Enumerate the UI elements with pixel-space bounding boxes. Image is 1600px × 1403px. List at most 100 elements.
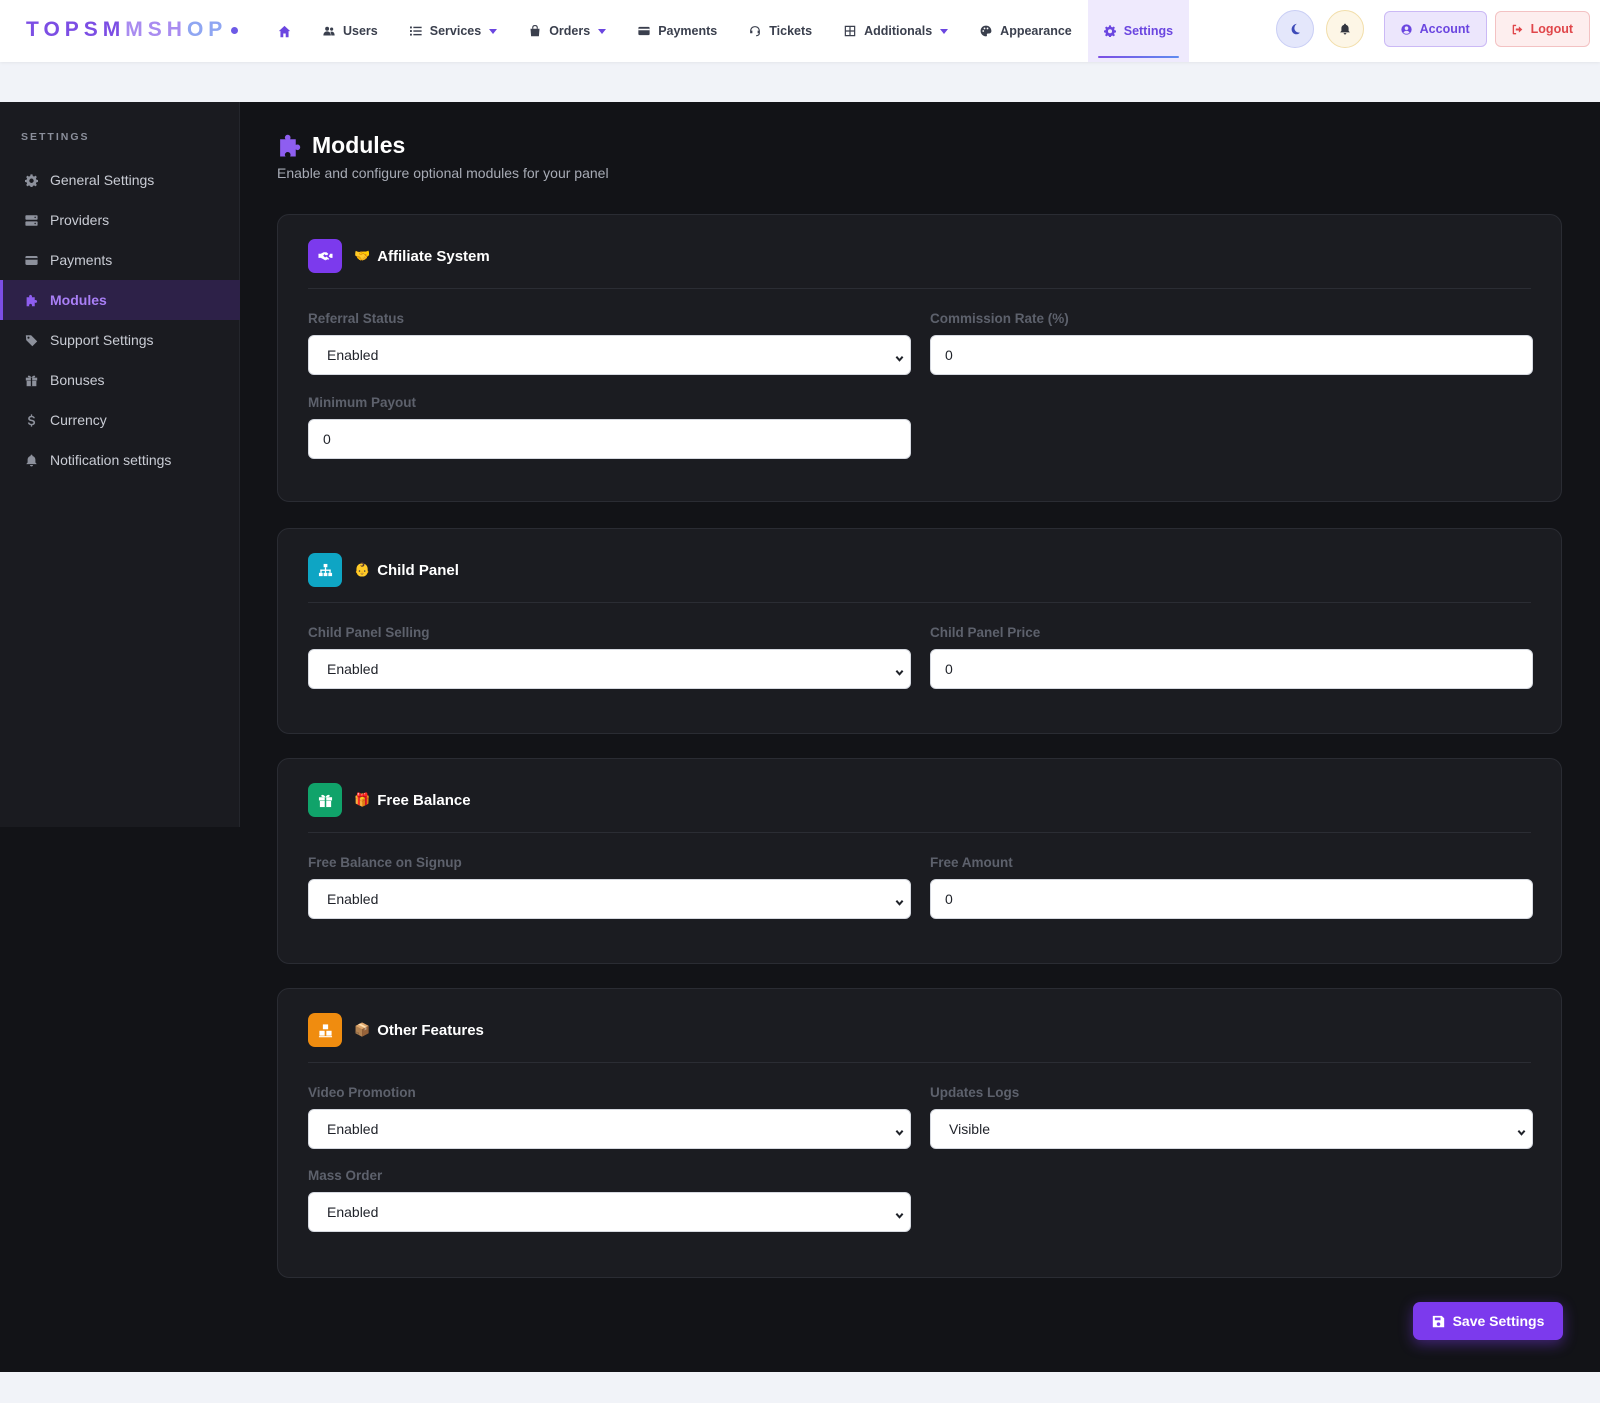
sitemap-icon	[308, 553, 342, 587]
nav-services-label: Services	[429, 24, 482, 38]
select-value: Enabled	[327, 347, 379, 363]
brand-text-part2: MSH	[125, 18, 187, 41]
handshake-icon	[308, 239, 342, 273]
nav-payments[interactable]: Payments	[622, 0, 733, 62]
sidebar-item-notification-settings[interactable]: Notification settings	[0, 440, 240, 480]
sidebar-item-bonuses[interactable]: Bonuses	[0, 360, 240, 400]
commission-rate-input[interactable]: 0	[930, 335, 1533, 375]
page-subtitle: Enable and configure optional modules fo…	[277, 165, 609, 181]
nav-tickets-label: Tickets	[769, 24, 813, 38]
page-title-text: Modules	[312, 132, 406, 158]
nav-services[interactable]: Services	[394, 0, 513, 62]
free-balance-signup-select[interactable]: Enabled	[308, 879, 911, 919]
mass-order-select[interactable]: Enabled	[308, 1192, 911, 1232]
emoji-gift: 🎁	[354, 792, 371, 808]
select-value: Enabled	[327, 661, 379, 677]
chevron-down-icon	[895, 1207, 904, 1219]
select-value: Enabled	[327, 891, 379, 907]
notifications-button[interactable]	[1325, 10, 1364, 48]
mass-order-field: Mass Order Enabled	[308, 1168, 911, 1232]
commission-rate-field: Commission Rate (%) 0	[930, 311, 1533, 375]
chevron-down-icon	[895, 894, 904, 906]
sign-out-icon	[1512, 24, 1522, 34]
page-header: Modules Enable and configure optional mo…	[277, 132, 609, 181]
sidebar-item-label: Currency	[50, 412, 107, 428]
child-panel-price-input[interactable]: 0	[930, 649, 1533, 689]
nav-appearance[interactable]: Appearance	[964, 0, 1088, 62]
sidebar-item-general-settings[interactable]: General Settings	[0, 160, 240, 200]
referral-status-select[interactable]: Enabled	[308, 335, 911, 375]
select-value: Enabled	[327, 1121, 379, 1137]
field-label: Commission Rate (%)	[930, 311, 1069, 326]
child-panel-card: 👶 Child Panel Child Panel Selling Enable…	[277, 528, 1562, 734]
referral-status-field: Referral Status Enabled	[308, 311, 911, 375]
puzzle-icon	[280, 134, 301, 157]
card-header: 📦 Other Features	[308, 1013, 1531, 1063]
users-icon	[323, 26, 335, 36]
brand-dot	[231, 26, 239, 34]
updates-logs-field: Updates Logs Visible	[930, 1085, 1533, 1149]
logout-button[interactable]: Logout	[1494, 11, 1590, 47]
sidebar-item-currency[interactable]: Currency	[0, 400, 240, 440]
sidebar-item-label: Notification settings	[50, 452, 172, 468]
sidebar-item-support-settings[interactable]: Support Settings	[0, 320, 240, 360]
save-settings-label: Save Settings	[1452, 1313, 1545, 1329]
settings-sidebar: SETTINGS General Settings Providers Paym…	[0, 102, 240, 827]
sidebar-item-modules[interactable]: Modules	[0, 280, 240, 320]
nav-settings-label: Settings	[1123, 24, 1174, 38]
card-header: 🎁 Free Balance	[308, 783, 1531, 833]
sidebar-item-providers[interactable]: Providers	[0, 200, 240, 240]
sidebar-item-label: Providers	[50, 212, 110, 228]
nav-orders[interactable]: Orders	[513, 0, 622, 62]
free-amount-input[interactable]: 0	[930, 879, 1533, 919]
sidebar-item-label: Support Settings	[50, 332, 154, 348]
card-title: 🎁 Free Balance	[354, 783, 471, 817]
save-icon	[1432, 1315, 1444, 1327]
nav-tickets[interactable]: Tickets	[733, 0, 828, 62]
server-icon	[25, 214, 38, 226]
minimum-payout-input[interactable]: 0	[308, 419, 911, 459]
nav-users[interactable]: Users	[307, 0, 394, 62]
caret-down-icon	[598, 28, 607, 34]
bell-icon	[26, 454, 37, 466]
sidebar-item-payments[interactable]: Payments	[0, 240, 240, 280]
theme-toggle-button[interactable]	[1275, 10, 1314, 48]
emoji-handshake: 🤝	[354, 248, 371, 264]
card-title-text: Free Balance	[377, 791, 471, 809]
child-panel-selling-select[interactable]: Enabled	[308, 649, 911, 689]
video-promotion-field: Video Promotion Enabled	[308, 1085, 911, 1149]
list-icon	[409, 26, 422, 36]
video-promotion-select[interactable]: Enabled	[308, 1109, 911, 1149]
chevron-down-icon	[895, 350, 904, 362]
card-title: 📦 Other Features	[354, 1013, 484, 1047]
card-header: 👶 Child Panel	[308, 553, 1531, 603]
emoji-baby: 👶	[354, 562, 371, 578]
caret-down-icon	[489, 28, 498, 34]
free-balance-card: 🎁 Free Balance Free Balance on Signup En…	[277, 758, 1562, 964]
gift-icon	[308, 783, 342, 817]
updates-logs-select[interactable]: Visible	[930, 1109, 1533, 1149]
select-value: Enabled	[327, 1204, 379, 1220]
nav-settings[interactable]: Settings	[1087, 0, 1190, 62]
nav-home[interactable]	[262, 0, 307, 62]
nav-orders-label: Orders	[549, 24, 591, 38]
save-settings-button[interactable]: Save Settings	[1413, 1302, 1563, 1340]
nav-additionals[interactable]: Additionals	[828, 0, 964, 62]
puzzle-icon	[26, 294, 38, 306]
nav-actions: Account Logout	[1275, 10, 1590, 48]
account-label: Account	[1419, 22, 1470, 36]
sidebar-item-label: Payments	[50, 252, 113, 268]
top-navbar: TOPSM MSH OP Users Services Orders Payment…	[0, 0, 1600, 62]
field-label: Updates Logs	[930, 1085, 1020, 1100]
sidebar-heading: SETTINGS	[21, 131, 90, 143]
grid-icon	[844, 25, 856, 37]
dollar-icon	[27, 413, 36, 427]
card-title-text: Child Panel	[377, 561, 459, 579]
user-circle-icon	[1401, 23, 1412, 35]
credit-card-icon	[638, 26, 650, 36]
field-label: Video Promotion	[308, 1085, 416, 1100]
bell-icon	[1339, 23, 1350, 35]
child-panel-selling-field: Child Panel Selling Enabled	[308, 625, 911, 689]
account-button[interactable]: Account	[1383, 11, 1487, 47]
brand-logo[interactable]: TOPSM MSH OP	[26, 18, 239, 42]
